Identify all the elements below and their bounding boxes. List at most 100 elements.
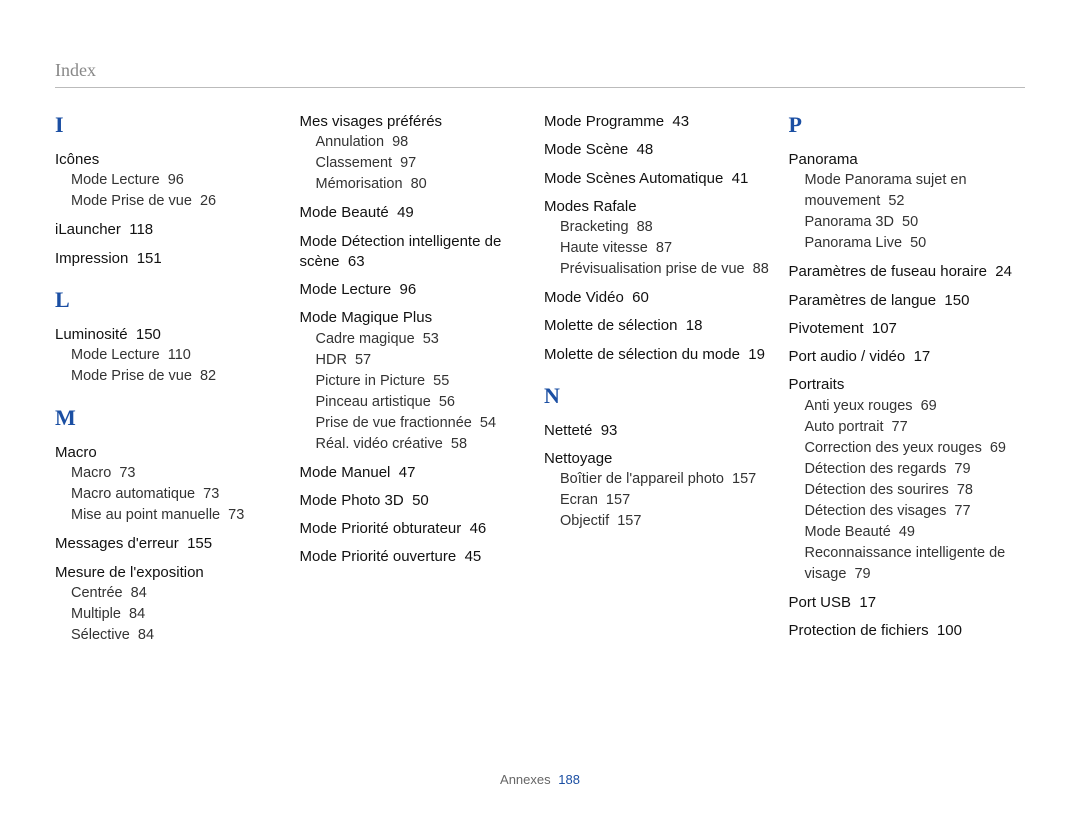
index-subentry: Mode Panorama sujet en mouvement 52 xyxy=(805,170,1026,212)
index-entry-main: Protection de fichiers 100 xyxy=(789,622,962,639)
index-entry: Modes RafaleBracketing 88Haute vitesse 8… xyxy=(544,197,781,280)
page-title: Index xyxy=(55,60,1025,88)
index-letter: P xyxy=(789,112,1026,138)
index-subentry: Panorama Live 50 xyxy=(805,233,1026,254)
index-entry: Mode Photo 3D 50 xyxy=(300,491,537,511)
index-entry: iLauncher 118 xyxy=(55,220,292,240)
index-entry-main: Luminosité 150 xyxy=(55,326,161,343)
index-entry-main: Paramètres de langue 150 xyxy=(789,292,970,309)
index-subentry: Centrée 84 xyxy=(71,583,292,604)
index-entry: Protection de fichiers 100 xyxy=(789,621,1026,641)
index-entry-main: Messages d'erreur 155 xyxy=(55,535,212,552)
index-entry: Netteté 93 xyxy=(544,421,781,441)
index-letter: N xyxy=(544,383,781,409)
index-entry: Mode Beauté 49 xyxy=(300,203,537,223)
index-subentry: Bracketing 88 xyxy=(560,217,781,238)
index-entry-main: Icônes xyxy=(55,151,99,168)
index-entry-main: Mode Lecture 96 xyxy=(300,281,417,298)
index-column: Mes visages préférés Annulation 98Classem… xyxy=(300,112,537,654)
index-subentry: Correction des yeux rouges 69 xyxy=(805,438,1026,459)
index-entry-main: Mode Détection intelligente de scène 63 xyxy=(300,233,502,270)
footer-page-number: 188 xyxy=(558,772,580,787)
index-entry-main: Panorama xyxy=(789,151,858,168)
index-subentry: Panorama 3D 50 xyxy=(805,212,1026,233)
index-subentry: Boîtier de l'appareil photo 157 xyxy=(560,469,781,490)
index-subentry: Cadre magique 53 xyxy=(316,329,537,350)
index-subentry: Mode Lecture 110 xyxy=(71,345,292,366)
index-subentry: Anti yeux rouges 69 xyxy=(805,396,1026,417)
index-subentry: Auto portrait 77 xyxy=(805,417,1026,438)
index-entry-main: Macro xyxy=(55,444,97,461)
index-entry: Mode Détection intelligente de scène 63 xyxy=(300,232,537,273)
index-entry: Mode Lecture 96 xyxy=(300,280,537,300)
index-subentry: HDR 57 xyxy=(316,350,537,371)
index-entry: Mode Scènes Automatique 41 xyxy=(544,169,781,189)
index-entry: Paramètres de langue 150 xyxy=(789,291,1026,311)
index-entry: Mesure de l'exposition Centrée 84Multiple… xyxy=(55,563,292,646)
index-column: I IcônesMode Lecture 96Mode Prise de vue … xyxy=(55,112,292,654)
index-entry-main: Molette de sélection du mode 19 xyxy=(544,346,765,363)
index-subentry: Reconnaissance intelligente de visage 79 xyxy=(805,543,1026,585)
index-entry-main: Mode Scène 48 xyxy=(544,141,653,158)
index-entry: Mode Manuel 47 xyxy=(300,463,537,483)
index-column: P Panorama Mode Panorama sujet en mouvemen… xyxy=(789,112,1026,654)
index-entry: Molette de sélection 18 xyxy=(544,316,781,336)
index-subentry: Mémorisation 80 xyxy=(316,174,537,195)
index-subentry: Ecran 157 xyxy=(560,490,781,511)
page-footer: Annexes 188 xyxy=(0,772,1080,787)
index-entry: Impression 151 xyxy=(55,249,292,269)
index-entry-main: Mesure de l'exposition xyxy=(55,564,204,581)
index-entry-main: Mode Magique Plus xyxy=(300,309,433,326)
index-entry: Mode Priorité ouverture 45 xyxy=(300,547,537,567)
index-entry: Mode Scène 48 xyxy=(544,140,781,160)
index-entry-main: Mode Vidéo 60 xyxy=(544,289,649,306)
index-entry-main: Mode Programme 43 xyxy=(544,113,689,130)
index-subentry: Réal. vidéo créative 58 xyxy=(316,434,537,455)
index-subentry: Mode Prise de vue 82 xyxy=(71,366,292,387)
index-subentry: Mode Beauté 49 xyxy=(805,522,1026,543)
index-letter: L xyxy=(55,287,292,313)
index-entry-main: Molette de sélection 18 xyxy=(544,317,702,334)
index-entry-main: Pivotement 107 xyxy=(789,320,897,337)
index-subentry: Mise au point manuelle 73 xyxy=(71,505,292,526)
index-subentry: Annulation 98 xyxy=(316,132,537,153)
index-entry: Portraits Anti yeux rouges 69Auto portrai… xyxy=(789,375,1026,584)
index-entry-main: Mode Photo 3D 50 xyxy=(300,492,429,509)
index-entry: Mode Priorité obturateur 46 xyxy=(300,519,537,539)
index-entry: Panorama Mode Panorama sujet en mouvement… xyxy=(789,150,1026,254)
index-entry: Mode Vidéo 60 xyxy=(544,288,781,308)
index-entry-main: Mode Priorité ouverture 45 xyxy=(300,548,482,565)
footer-label: Annexes xyxy=(500,772,551,787)
index-subentry: Macro 73 xyxy=(71,463,292,484)
index-subentry: Prévisualisation prise de vue 88 xyxy=(560,259,781,280)
index-entry-main: Nettoyage xyxy=(544,450,612,467)
index-entry-main: Port audio / vidéo 17 xyxy=(789,348,931,365)
index-entry: IcônesMode Lecture 96Mode Prise de vue 2… xyxy=(55,150,292,212)
index-subentry: Classement 97 xyxy=(316,153,537,174)
index-subentry: Pinceau artistique 56 xyxy=(316,392,537,413)
index-letter: M xyxy=(55,405,292,431)
index-entry: Mode Magique PlusCadre magique 53HDR 57P… xyxy=(300,308,537,454)
index-subentry: Picture in Picture 55 xyxy=(316,371,537,392)
index-entry-main: iLauncher 118 xyxy=(55,221,153,238)
index-entry: Molette de sélection du mode 19 xyxy=(544,345,781,365)
index-columns: IIcônesMode Lecture 96Mode Prise de vue … xyxy=(55,112,1025,654)
index-entry: Port USB 17 xyxy=(789,593,1026,613)
index-entry-main: Netteté 93 xyxy=(544,422,617,439)
index-entry-main: Mode Scènes Automatique 41 xyxy=(544,170,748,187)
index-entry-main: Mode Beauté 49 xyxy=(300,204,414,221)
index-subentry: Multiple 84 xyxy=(71,604,292,625)
index-entry-main: Mes visages préférés xyxy=(300,113,443,130)
index-letter: I xyxy=(55,112,292,138)
index-subentry: Sélective 84 xyxy=(71,625,292,646)
index-entry: MacroMacro 73Macro automatique 73Mise au… xyxy=(55,443,292,526)
index-entry-main: Modes Rafale xyxy=(544,198,637,215)
index-column: Mode Programme 43 Mode Scène 48 Mode Scène… xyxy=(544,112,781,654)
index-subentry: Détection des visages 77 xyxy=(805,501,1026,522)
index-entry-main: Portraits xyxy=(789,376,845,393)
index-entry-main: Mode Priorité obturateur 46 xyxy=(300,520,487,537)
index-subentry: Détection des regards 79 xyxy=(805,459,1026,480)
index-entry: Nettoyage Boîtier de l'appareil photo 157… xyxy=(544,449,781,532)
index-subentry: Objectif 157 xyxy=(560,511,781,532)
index-entry: Mode Programme 43 xyxy=(544,112,781,132)
